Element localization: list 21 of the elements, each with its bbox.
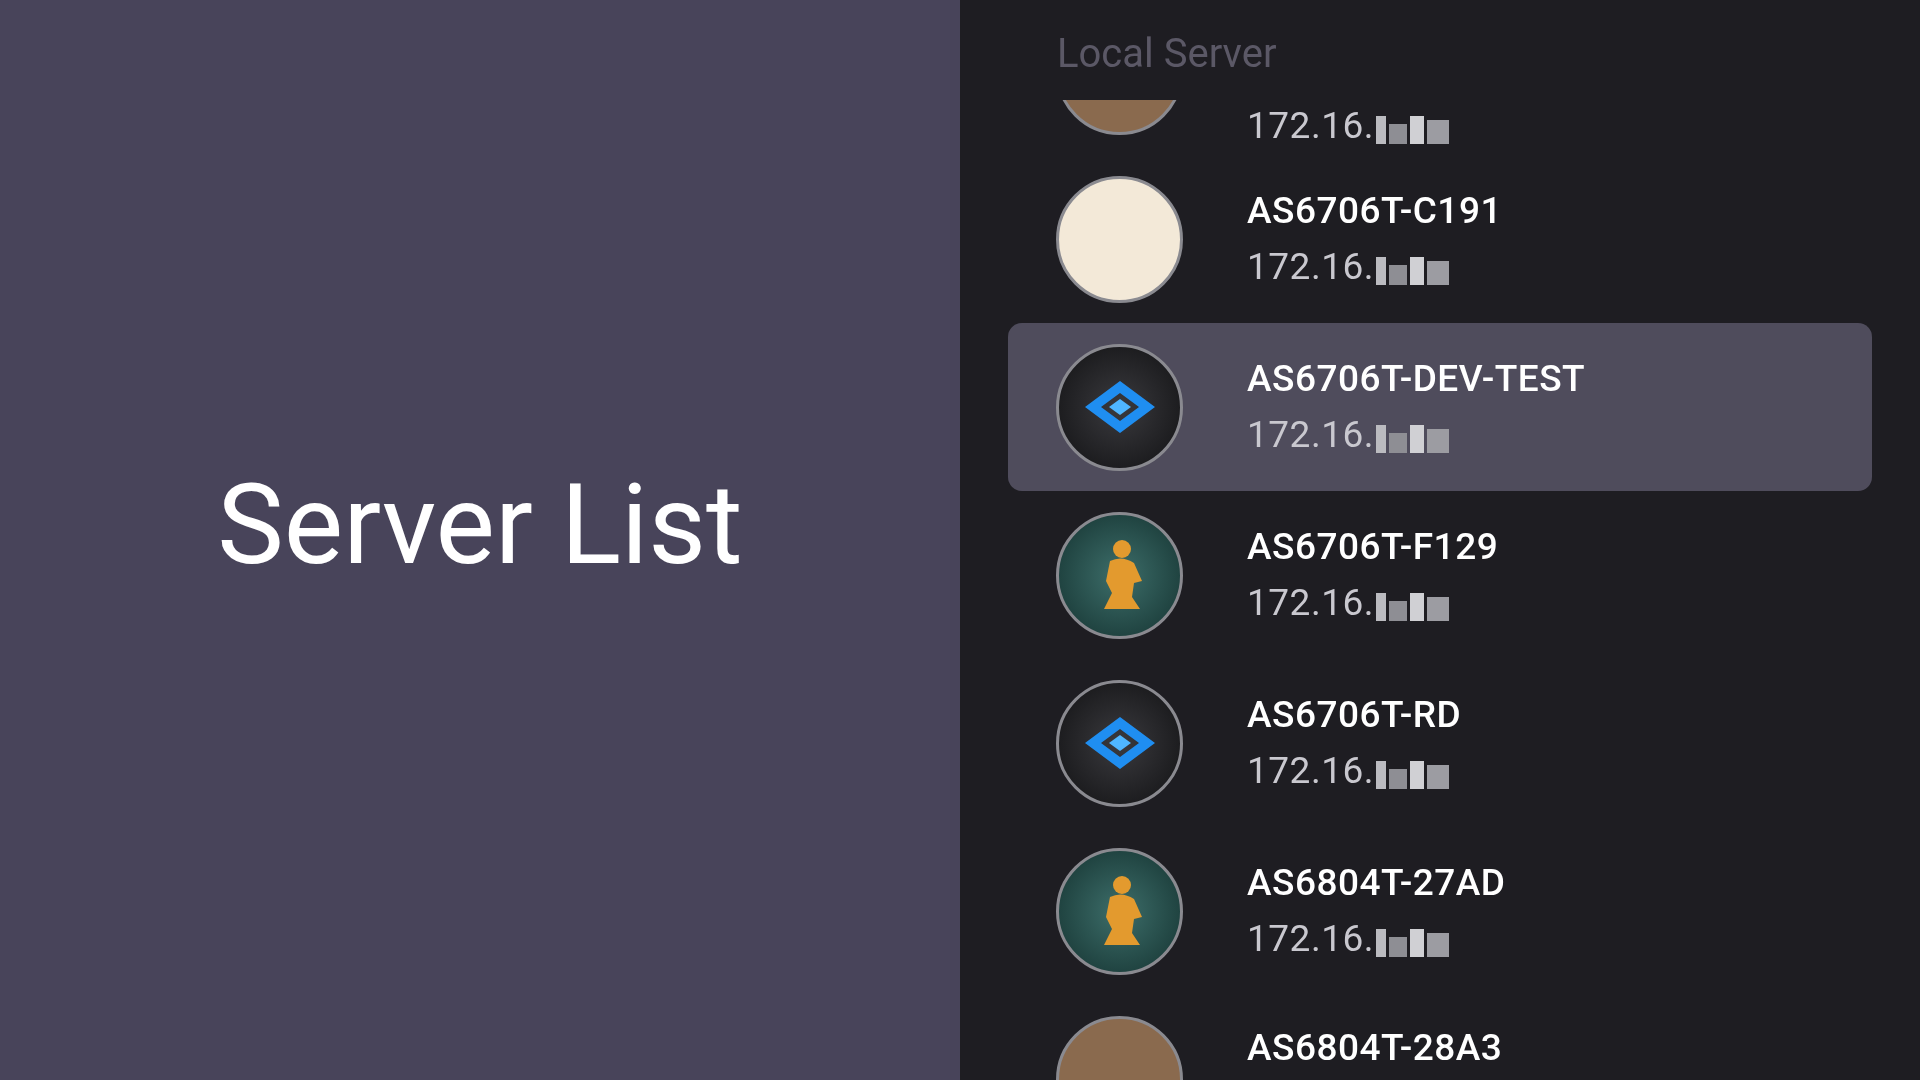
server-name: AS6804T-28A3: [1247, 1025, 1503, 1071]
server-row[interactable]: AS6706T-F129 172.16.: [1008, 491, 1872, 659]
server-row[interactable]: AS6706T-RD 172.16.: [1008, 659, 1872, 827]
server-name: AS6706T-F129: [1247, 523, 1499, 570]
server-row[interactable]: AS6706T-C191 172.16.: [1008, 155, 1872, 323]
server-name: AS6706T-C191: [1247, 187, 1502, 234]
page-title: Server List: [217, 458, 743, 592]
server-row[interactable]: 172.16.: [1008, 100, 1872, 155]
server-row[interactable]: AS6706T-DEV-TEST 172.16.: [1008, 323, 1872, 491]
server-ip: 172.16.: [1247, 244, 1374, 290]
server-row[interactable]: AS6804T-28A3: [1008, 995, 1872, 1080]
server-name: AS6804T-27AD: [1247, 859, 1506, 906]
server-name: AS6706T-DEV-TEST: [1247, 355, 1586, 402]
server-ip: 172.16.: [1247, 102, 1374, 149]
server-name: AS6706T-RD: [1247, 691, 1462, 738]
server-row[interactable]: AS6804T-27AD 172.16.: [1008, 827, 1872, 995]
section-heading: Local Server: [1057, 30, 1277, 77]
server-ip: 172.16.: [1247, 412, 1374, 458]
server-ip: 172.16.: [1247, 916, 1374, 962]
server-ip: 172.16.: [1247, 580, 1374, 626]
server-ip: 172.16.: [1247, 748, 1374, 794]
